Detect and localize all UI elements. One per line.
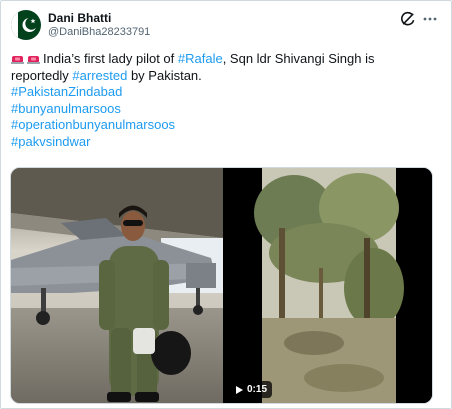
hashtag-link[interactable]: #operationbunyanulmarsoos [11,117,431,134]
siren-emoji-icon [11,52,24,64]
pilot-photo[interactable] [11,168,223,403]
play-icon [236,385,243,394]
grok-icon[interactable] [400,11,416,27]
hashtag-link[interactable]: #arrested [72,68,127,83]
media-grid [10,167,433,404]
hashtag-link[interactable]: #bunyanulmarsoos [11,101,431,118]
tweet-line-1: India’s first lady pilot of #Rafale, Sqn… [11,51,431,68]
author-name[interactable]: Dani Bhatti [48,11,111,25]
video-duration-badge[interactable]: 0:15 [232,381,273,398]
video-duration: 0:15 [247,384,268,395]
author-handle[interactable]: @DaniBha28233791 [48,26,150,38]
tweet-text: India’s first lady pilot of #Rafale, Sqn… [11,51,431,151]
video-thumbnail[interactable] [224,168,432,403]
hashtag-link[interactable]: #Rafale [178,51,223,66]
siren-emoji-icon [27,52,40,64]
pakistan-flag-icon [11,10,41,40]
hashtag-link[interactable]: #pakvsindwar [11,134,431,151]
avatar[interactable] [11,10,41,40]
more-options-icon[interactable] [422,11,438,27]
tweet-line-2: reportedly #arrested by Pakistan. [11,67,202,83]
hashtag-link[interactable]: #PakistanZindabad [11,84,431,101]
